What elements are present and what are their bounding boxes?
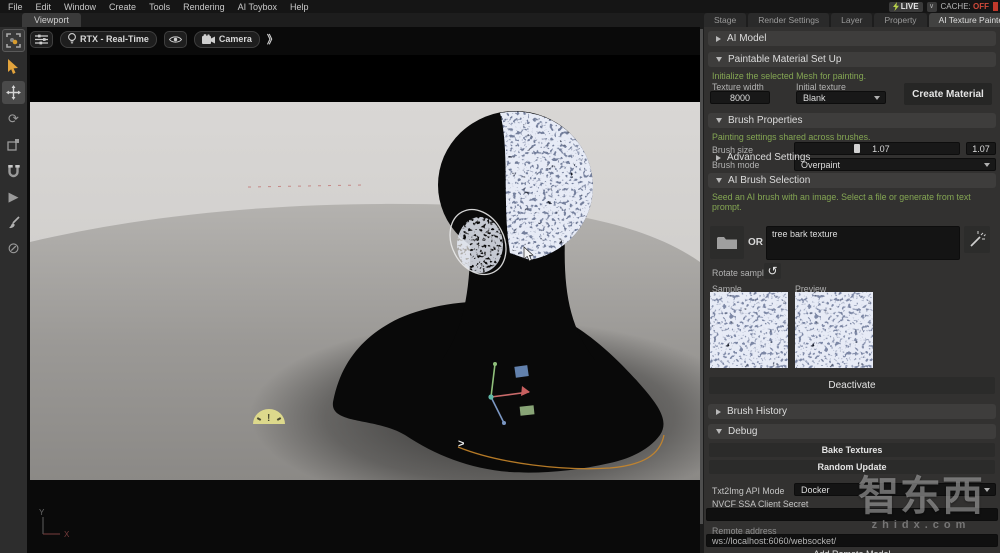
panel-scrollbar[interactable]	[700, 29, 703, 524]
file-picker-button[interactable]	[710, 226, 744, 259]
section-brush-properties[interactable]: Brush Properties	[708, 113, 996, 128]
api-mode-label: Txt2Img API Mode	[712, 486, 784, 496]
section-ai-brush-selection[interactable]: AI Brush Selection	[708, 173, 996, 188]
brush-properties-hint: Painting settings shared across brushes.	[712, 132, 992, 142]
preview-thumbnail[interactable]	[795, 292, 873, 368]
dropdown-arrow-icon	[874, 96, 880, 100]
camera-button[interactable]: Camera	[194, 31, 260, 48]
scale-tool-icon[interactable]	[2, 133, 25, 156]
add-remote-model-button[interactable]: Add Remote Model	[709, 549, 995, 553]
collapse-arrow-icon	[716, 409, 721, 415]
dropdown-arrow-icon	[984, 488, 990, 492]
panel-tabs: Stage Render Settings Layer Property AI …	[704, 13, 1000, 27]
menu-help[interactable]: Help	[290, 2, 309, 12]
live-label: LIVE	[901, 2, 919, 11]
lightbulb-icon	[68, 33, 76, 45]
viewport-settings-button[interactable]	[30, 31, 53, 48]
folder-icon	[717, 235, 737, 250]
bake-textures-button[interactable]: Bake Textures	[709, 443, 995, 457]
rotate-sample-label: Rotate sample	[712, 268, 769, 278]
tab-render-settings[interactable]: Render Settings	[748, 13, 829, 27]
visibility-button[interactable]	[164, 31, 187, 48]
section-brush-history[interactable]: Brush History	[708, 404, 996, 419]
menu-create[interactable]: Create	[109, 2, 136, 12]
expand-arrow-icon	[716, 118, 722, 123]
or-label: OR	[748, 237, 763, 248]
tab-ai-texture-painter[interactable]: AI Texture Painter	[929, 13, 1000, 27]
collapse-arrow-icon	[716, 36, 721, 42]
menu-ai-toybox[interactable]: AI Toybox	[238, 2, 277, 12]
section-debug[interactable]: Debug	[708, 424, 996, 439]
cursor-tool-icon[interactable]	[2, 55, 25, 78]
render-area[interactable]: > !	[30, 55, 700, 480]
paintable-hint: Initialize the selected Mesh for paintin…	[712, 71, 992, 81]
axis-y-label: Y	[39, 508, 45, 517]
menu-rendering[interactable]: Rendering	[183, 2, 225, 12]
sliders-icon	[35, 34, 48, 45]
play-icon[interactable]: ▶	[2, 185, 25, 208]
rotate-sample-button[interactable]: ↺	[764, 263, 781, 279]
app-window: File Edit Window Create Tools Rendering …	[0, 0, 1000, 553]
eye-icon	[169, 35, 182, 44]
scene-3d: > !	[30, 55, 700, 480]
generate-button[interactable]	[964, 226, 990, 253]
viewport-3d[interactable]: RTX - Real-Time Camera 》	[27, 27, 700, 553]
menu-tools[interactable]: Tools	[149, 2, 170, 12]
section-paintable-material[interactable]: Paintable Material Set Up	[708, 52, 996, 67]
disable-icon[interactable]: ⊘	[2, 237, 25, 260]
renderer-button[interactable]: RTX - Real-Time	[60, 31, 157, 48]
api-mode-dropdown[interactable]: Docker	[794, 483, 996, 496]
expand-arrow-icon	[716, 57, 722, 62]
tab-row: Viewport Stage Render Settings Layer Pro…	[0, 13, 1000, 27]
create-material-button[interactable]: Create Material	[904, 83, 992, 105]
live-badge[interactable]: LIVE	[889, 2, 923, 12]
expand-arrow-icon	[716, 429, 722, 434]
left-toolbar: ⟳ ▶ ⊘	[0, 27, 27, 553]
toolbar-expand-chevron-icon[interactable]: 》	[267, 31, 276, 47]
axis-x-label: X	[64, 530, 70, 539]
section-advanced-settings[interactable]: Advanced Settings	[708, 150, 996, 165]
deactivate-button[interactable]: Deactivate	[709, 377, 995, 394]
world-axis-indicator: Y X	[35, 506, 81, 547]
tab-viewport[interactable]: Viewport	[22, 13, 81, 27]
cache-indicator-icon	[993, 2, 998, 11]
texture-width-input[interactable]	[710, 91, 770, 104]
menu-file[interactable]: File	[8, 2, 23, 12]
renderer-label: RTX - Real-Time	[80, 34, 149, 44]
prompt-input[interactable]: tree bark texture	[766, 226, 960, 260]
camera-icon	[202, 34, 215, 44]
menu-edit[interactable]: Edit	[36, 2, 52, 12]
tab-property[interactable]: Property	[874, 13, 926, 27]
section-ai-model[interactable]: AI Model	[708, 31, 996, 46]
sample-thumbnail[interactable]	[710, 292, 788, 368]
cache-status: CACHE: OFF	[941, 2, 989, 11]
paint-brush-icon[interactable]	[2, 211, 25, 234]
menu-bar: File Edit Window Create Tools Rendering …	[0, 0, 1000, 13]
svg-text:!: !	[267, 413, 270, 424]
ai-brush-hint: Seed an AI brush with an image. Select a…	[712, 192, 992, 212]
camera-label: Camera	[219, 34, 252, 44]
random-update-button[interactable]: Random Update	[709, 460, 995, 474]
live-dropdown-arrow-icon[interactable]: ∨	[927, 2, 937, 12]
collapse-arrow-icon	[716, 155, 721, 161]
edge-chevron-marker: >	[458, 438, 464, 450]
tab-stage[interactable]: Stage	[704, 13, 746, 27]
secret-input[interactable]	[706, 508, 998, 521]
move-tool-icon[interactable]	[2, 81, 25, 104]
tab-layer[interactable]: Layer	[831, 13, 872, 27]
ai-texture-painter-panel: AI Model Paintable Material Set Up Initi…	[704, 27, 1000, 553]
expand-arrow-icon	[716, 178, 722, 183]
rotate-tool-icon[interactable]: ⟳	[2, 107, 25, 130]
cache-off-value: OFF	[973, 2, 989, 11]
menu-window[interactable]: Window	[64, 2, 96, 12]
initial-texture-dropdown[interactable]: Blank	[796, 91, 886, 104]
viewport-toolbar: RTX - Real-Time Camera 》	[30, 28, 276, 50]
lightning-icon	[893, 2, 899, 11]
magic-wand-icon	[969, 231, 986, 248]
snap-magnet-icon[interactable]	[2, 159, 25, 182]
remote-address-input[interactable]	[706, 534, 998, 547]
select-mode-icon[interactable]	[2, 29, 25, 52]
